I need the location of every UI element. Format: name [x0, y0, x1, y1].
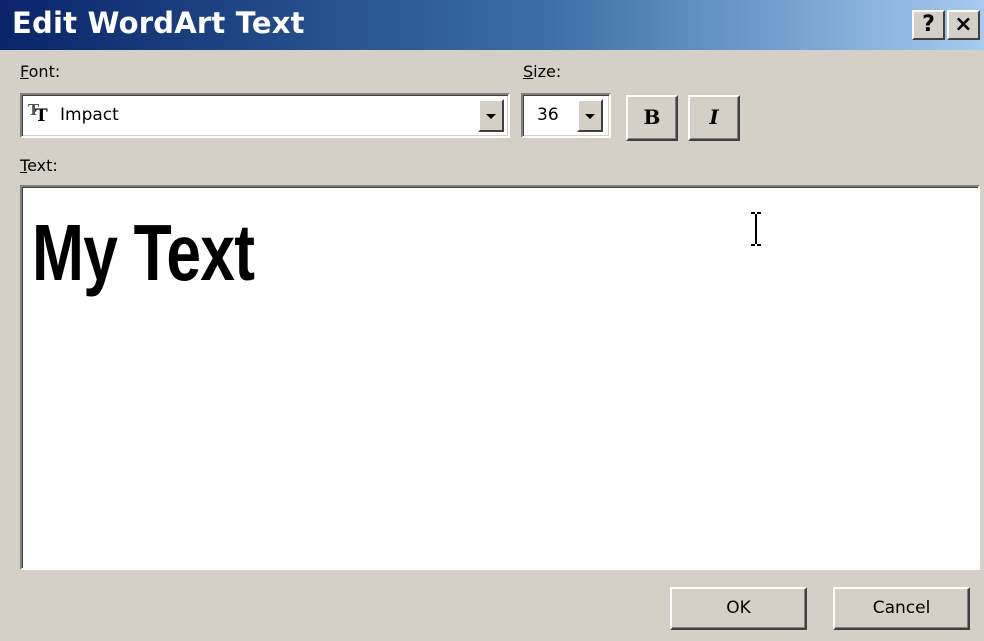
cancel-button[interactable]: Cancel — [833, 587, 970, 630]
close-icon: × — [954, 12, 973, 37]
title-bar[interactable]: Edit WordArt Text ? × — [0, 0, 984, 50]
edit-wordart-dialog: Edit WordArt Text ? × Font: TT Impact Si… — [0, 0, 984, 641]
window-title: Edit WordArt Text — [12, 6, 305, 40]
text-cursor-icon — [751, 212, 761, 246]
font-value: Impact — [60, 105, 119, 125]
text-label: Text: — [20, 156, 58, 175]
help-icon: ? — [922, 12, 935, 37]
size-combobox[interactable]: 36 — [521, 93, 611, 138]
text-label-accesskey: T — [20, 156, 28, 175]
chevron-down-icon — [486, 113, 496, 119]
chevron-down-icon — [585, 113, 595, 119]
font-label-text: ont: — [28, 62, 61, 81]
font-dropdown-button[interactable] — [478, 99, 504, 132]
bold-button[interactable]: B — [626, 95, 678, 141]
help-button[interactable]: ? — [912, 10, 945, 40]
size-label: Size: — [523, 62, 561, 81]
size-label-text: ize: — [533, 62, 562, 81]
wordart-text-value: My Text — [32, 208, 255, 297]
font-label: Font: — [20, 62, 60, 81]
font-combobox[interactable]: TT Impact — [20, 93, 510, 138]
text-label-text: ext: — [27, 156, 58, 175]
size-dropdown-button[interactable] — [577, 99, 603, 132]
italic-button[interactable]: I — [688, 95, 740, 141]
close-button[interactable]: × — [947, 10, 980, 40]
wordart-text-input[interactable]: My Text — [20, 185, 980, 570]
truetype-font-icon: TT — [28, 101, 48, 126]
font-label-accesskey: F — [20, 62, 29, 81]
ok-button[interactable]: OK — [670, 587, 807, 630]
size-value: 36 — [537, 105, 559, 125]
size-label-accesskey: S — [523, 62, 534, 81]
